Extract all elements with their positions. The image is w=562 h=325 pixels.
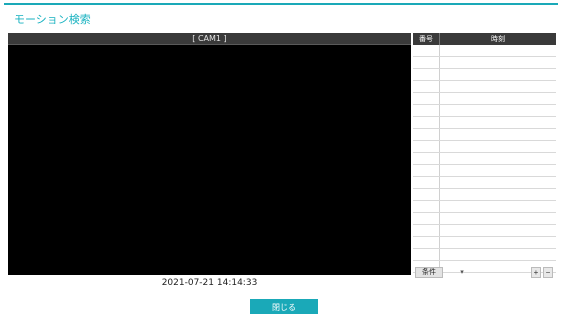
list-item-time (440, 129, 556, 140)
event-list-rows (413, 45, 556, 273)
list-item[interactable] (413, 165, 556, 177)
window-title: モーション検索 (14, 13, 91, 26)
list-item-number (413, 237, 440, 248)
list-item-number (413, 141, 440, 152)
list-item-time (440, 105, 556, 116)
list-item-time (440, 201, 556, 212)
list-item-number (413, 177, 440, 188)
list-item[interactable] (413, 105, 556, 117)
list-item-number (413, 105, 440, 116)
chevron-down-icon[interactable]: ▾ (457, 267, 467, 278)
list-item-number (413, 129, 440, 140)
list-item-number (413, 45, 440, 56)
list-item-time (440, 69, 556, 80)
list-item-time (440, 81, 556, 92)
list-item-time (440, 93, 556, 104)
list-item-time (440, 117, 556, 128)
list-item-number (413, 69, 440, 80)
list-item-time (440, 213, 556, 224)
event-list-footer: 条件 ▾ + − (413, 266, 556, 280)
list-item-time (440, 141, 556, 152)
list-item-time (440, 237, 556, 248)
list-item-number (413, 93, 440, 104)
column-header-number: 番号 (413, 33, 440, 45)
list-item-time (440, 249, 556, 260)
list-item-time (440, 57, 556, 68)
event-list[interactable]: 番号 時刻 (413, 33, 556, 273)
list-item-number (413, 249, 440, 260)
list-item-number (413, 201, 440, 212)
list-item-time (440, 189, 556, 200)
close-button[interactable]: 閉じる (250, 299, 318, 314)
video-timestamp: 2021-07-21 14:14:33 (161, 278, 258, 288)
list-item-time (440, 225, 556, 236)
list-item[interactable] (413, 201, 556, 213)
list-item[interactable] (413, 189, 556, 201)
list-item-time (440, 177, 556, 188)
list-item[interactable] (413, 81, 556, 93)
list-item[interactable] (413, 249, 556, 261)
list-item-time (440, 165, 556, 176)
condition-button[interactable]: 条件 (415, 267, 443, 278)
event-list-header: 番号 時刻 (413, 33, 556, 45)
list-item[interactable] (413, 45, 556, 57)
column-header-time: 時刻 (491, 35, 505, 43)
video-view[interactable]: [ CAM1 ] (8, 33, 411, 275)
list-item-time (440, 45, 556, 56)
list-item[interactable] (413, 225, 556, 237)
list-item-number (413, 225, 440, 236)
list-item-number (413, 213, 440, 224)
list-item-number (413, 57, 440, 68)
list-item-number (413, 189, 440, 200)
list-item[interactable] (413, 177, 556, 189)
list-item[interactable] (413, 69, 556, 81)
list-item-number (413, 165, 440, 176)
list-item[interactable] (413, 129, 556, 141)
list-item-number (413, 81, 440, 92)
list-item[interactable] (413, 213, 556, 225)
zoom-out-button[interactable]: − (543, 267, 553, 278)
list-item[interactable] (413, 153, 556, 165)
list-item-number (413, 117, 440, 128)
list-item[interactable] (413, 237, 556, 249)
list-item[interactable] (413, 57, 556, 69)
camera-label: [ CAM1 ] (8, 33, 411, 45)
list-item-number (413, 153, 440, 164)
list-item[interactable] (413, 141, 556, 153)
list-item[interactable] (413, 93, 556, 105)
zoom-in-button[interactable]: + (531, 267, 541, 278)
list-item[interactable] (413, 117, 556, 129)
list-item-time (440, 153, 556, 164)
